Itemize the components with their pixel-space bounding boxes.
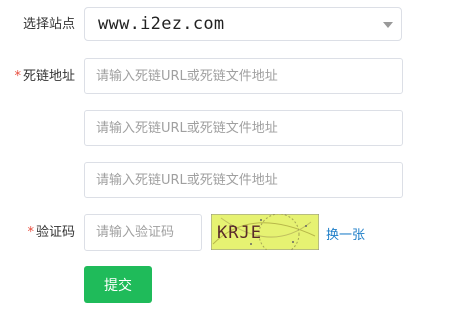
dead-link-label: * 死链地址 <box>14 68 75 86</box>
dead-link-input-1[interactable] <box>84 58 403 94</box>
site-select-label: 选择站点 <box>23 16 75 34</box>
caret-down-icon <box>383 22 393 28</box>
dead-link-submit-form: 选择站点 www.i2ez.com *死链地址 *验证码 KRJE 换一张 提交 <box>0 0 468 325</box>
dead-link-input-2[interactable] <box>84 110 403 146</box>
submit-button[interactable]: 提交 <box>84 266 152 303</box>
required-marker: * <box>14 69 21 84</box>
site-label-text: 选择站点 <box>22 17 75 32</box>
captcha-label-text: 验证码 <box>35 225 75 240</box>
required-marker: * <box>27 225 34 240</box>
captcha-code-text: KRJE <box>217 223 262 243</box>
captcha-input[interactable] <box>84 214 202 251</box>
dead-link-input-3[interactable] <box>84 162 403 198</box>
site-select-value: www.i2ez.com <box>98 14 225 34</box>
refresh-captcha-link[interactable]: 换一张 <box>326 224 365 243</box>
dead-link-label-text: 死链地址 <box>22 69 75 84</box>
captcha-label: * 验证码 <box>27 224 75 242</box>
captcha-image[interactable]: KRJE <box>211 214 319 250</box>
site-select[interactable]: www.i2ez.com <box>84 7 402 41</box>
